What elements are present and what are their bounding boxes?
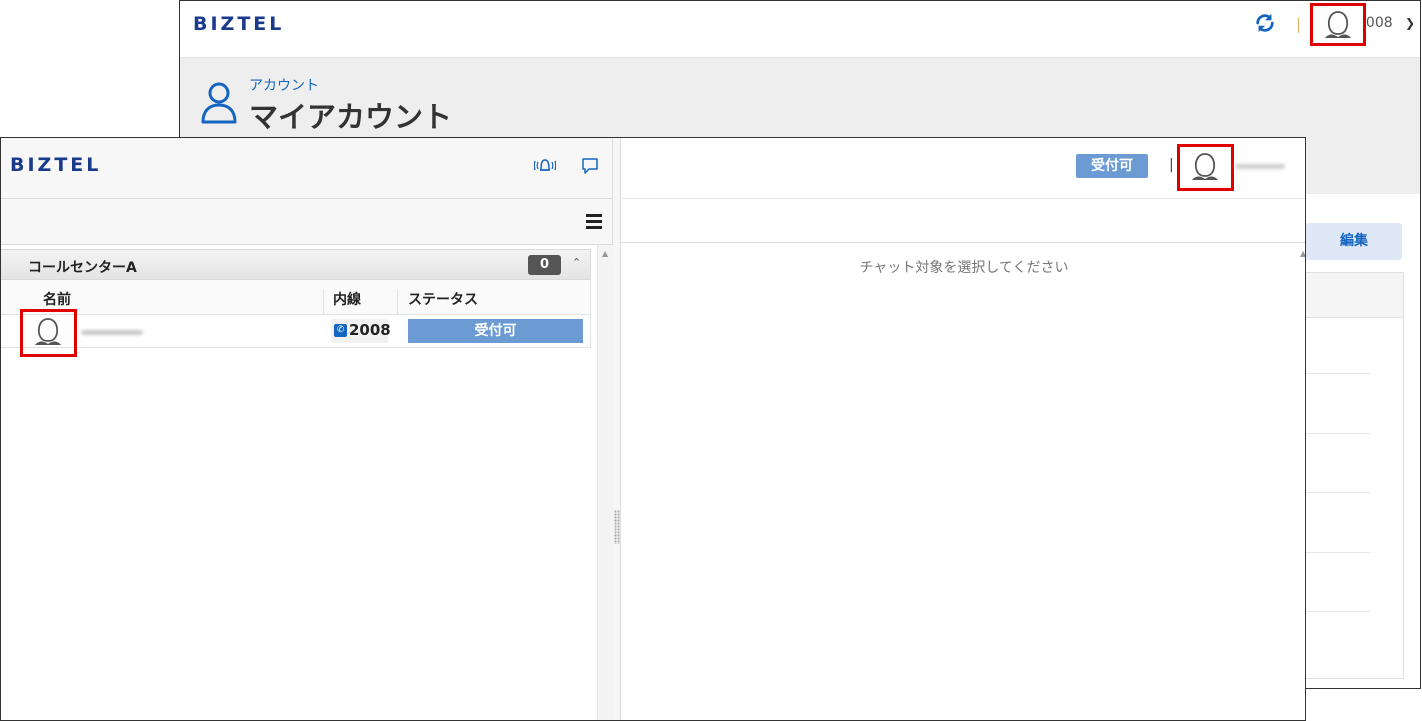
drag-handle-icon[interactable]: [614, 510, 620, 544]
table-header: 名前 内線 ステータス: [1, 280, 591, 324]
status-badge: 受付可: [408, 319, 583, 343]
column-header-extension[interactable]: 内線: [333, 289, 361, 309]
edit-button[interactable]: 編集: [1306, 223, 1402, 260]
table-row[interactable]: ✆ 2008 受付可: [1, 315, 591, 348]
avatar-icon: [35, 318, 61, 345]
scrollbar[interactable]: ▲: [597, 245, 613, 720]
status-button[interactable]: 受付可: [1076, 154, 1148, 178]
avatar-icon: [1325, 11, 1351, 38]
user-name-redacted: [81, 330, 143, 335]
chat-empty-message: チャット対象を選択してください: [859, 260, 1069, 276]
count-badge: 0: [528, 255, 561, 275]
contact-list-pane: BIZTEL コールセンターA 0 ⌃ 名前 内線 ステータス ✆ 2008 受…: [1, 138, 613, 720]
user-avatar[interactable]: [1310, 3, 1366, 46]
table-row: [1306, 492, 1370, 493]
caret-down-icon[interactable]: ❯: [1405, 16, 1415, 30]
row-avatar[interactable]: [20, 309, 77, 357]
scroll-up-icon[interactable]: ▲: [1300, 249, 1305, 258]
header-divider: |: [1169, 157, 1174, 173]
person-icon: [201, 82, 237, 124]
table-row: [1306, 611, 1370, 612]
avatar-icon: [1192, 153, 1218, 180]
user-avatar[interactable]: [1177, 144, 1234, 191]
table-row: [1306, 373, 1370, 374]
refresh-icon[interactable]: [1254, 12, 1276, 34]
breadcrumb[interactable]: アカウント: [249, 75, 319, 95]
back-header: BIZTEL | 2008 ❯: [180, 1, 1420, 58]
chat-pane: 受付可 | チャット対象を選択してください ▲: [621, 138, 1305, 720]
group-name: コールセンターA: [28, 260, 137, 276]
biztel-logo: BIZTEL: [10, 154, 102, 176]
hamburger-menu-icon[interactable]: [586, 214, 602, 229]
extension-number: 2008: [349, 321, 391, 339]
group-header[interactable]: コールセンターA 0 ⌃: [1, 249, 591, 280]
front-window: BIZTEL コールセンターA 0 ⌃ 名前 内線 ステータス ✆ 2008 受…: [0, 137, 1306, 721]
right-header: 受付可 |: [621, 138, 1305, 199]
header-divider: |: [1296, 15, 1302, 33]
collapse-icon[interactable]: ⌃: [572, 256, 581, 269]
biztel-logo: BIZTEL: [193, 13, 285, 35]
page-title: マイアカウント: [249, 100, 453, 134]
chat-toolbar: [621, 199, 1305, 243]
table-row: [1306, 433, 1370, 434]
notification-icon[interactable]: [534, 157, 556, 175]
extension-cell[interactable]: ✆ 2008: [331, 319, 391, 343]
user-name-redacted: [1235, 164, 1285, 169]
table-row: [1306, 552, 1370, 553]
pane-splitter[interactable]: [613, 138, 621, 720]
toolbar: [1, 199, 612, 245]
account-table: [1306, 272, 1404, 679]
left-header: BIZTEL: [1, 138, 612, 199]
phone-icon: ✆: [334, 324, 347, 337]
column-header-name[interactable]: 名前: [43, 289, 71, 309]
chat-icon[interactable]: [581, 157, 599, 175]
scroll-up-icon[interactable]: ▲: [602, 249, 608, 258]
column-header-status[interactable]: ステータス: [408, 289, 478, 309]
account-table-header: [1306, 273, 1403, 318]
